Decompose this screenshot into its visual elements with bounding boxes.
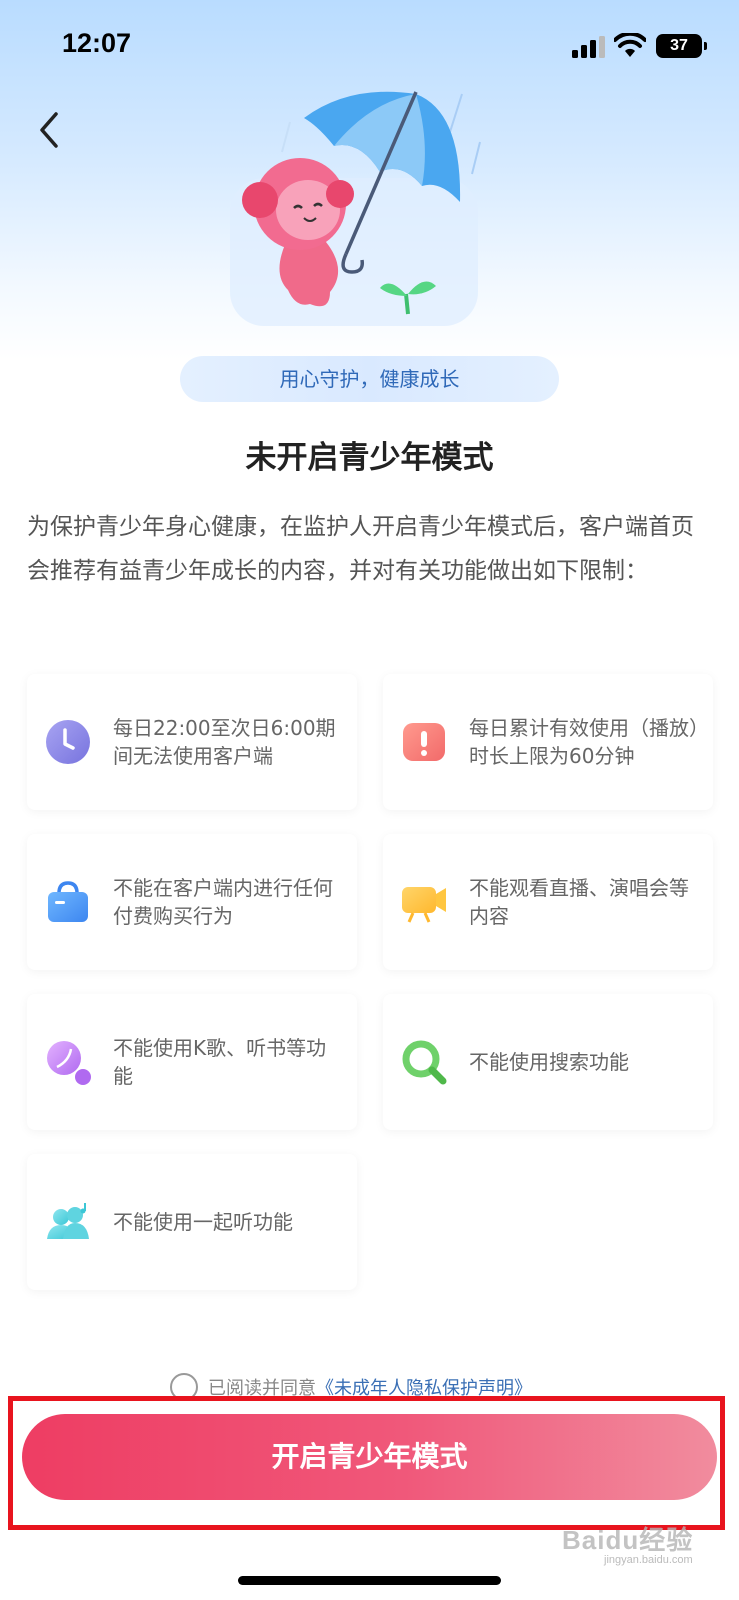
restriction-card-no-listen-together: 不能使用一起听功能 bbox=[27, 1154, 357, 1290]
time-limit-icon bbox=[403, 723, 445, 761]
back-button[interactable] bbox=[30, 108, 70, 152]
restriction-text: 不能使用一起听功能 bbox=[113, 1210, 293, 1234]
restriction-card-no-purchase: 不能在客户端内进行任何付费购买行为 bbox=[27, 834, 357, 970]
page-title: 未开启青少年模式 bbox=[245, 440, 494, 476]
restriction-card-curfew: 每日22:00至次日6:00期间无法使用客户端 bbox=[27, 674, 357, 810]
restriction-text: 不能使用搜索功能 bbox=[469, 1050, 629, 1074]
enable-teen-mode-button[interactable]: 开启青少年模式 bbox=[22, 1414, 717, 1500]
restriction-text: 每日22:00至次日6:00期间无法使用客户端 bbox=[113, 716, 336, 768]
home-indicator bbox=[238, 1576, 501, 1585]
chevron-left-icon bbox=[40, 112, 58, 148]
status-bar: 12:07 37 bbox=[0, 0, 739, 92]
restriction-card-no-karaoke: 不能使用K歌、听书等功能 bbox=[27, 994, 357, 1130]
restriction-card-no-live: 不能观看直播、演唱会等内容 bbox=[383, 834, 713, 970]
battery-icon: 37 bbox=[656, 34, 707, 58]
search-icon bbox=[402, 1040, 447, 1085]
slogan-pill: 用心守护，健康成长 bbox=[180, 356, 559, 402]
clock-icon bbox=[46, 720, 90, 764]
restriction-card-time-limit: 每日累计有效使用（播放）时长上限为60分钟 bbox=[383, 674, 713, 810]
intro-text: 为保护青少年身心健康，在监护人开启青少年模式后，客户端首页会推荐有益青少年成长的… bbox=[27, 514, 694, 584]
wifi-icon bbox=[614, 33, 646, 57]
restriction-text: 不能使用K歌、听书等功能 bbox=[113, 1036, 327, 1088]
restriction-text: 不能观看直播、演唱会等内容 bbox=[469, 876, 689, 928]
restriction-text: 每日累计有效使用（播放）时长上限为60分钟 bbox=[469, 716, 699, 768]
watermark-main: Baidu经验 bbox=[562, 1525, 694, 1555]
status-time: 12:07 bbox=[62, 28, 132, 58]
cellular-signal-icon bbox=[572, 36, 605, 58]
watermark: Baidu经验 jingyan.baidu.com bbox=[562, 1520, 712, 1570]
mascot-umbrella-illustration bbox=[230, 91, 481, 326]
shopping-bag-icon bbox=[48, 881, 88, 922]
watermark-sub: jingyan.baidu.com bbox=[604, 1554, 693, 1566]
microphone-icon bbox=[47, 1041, 91, 1085]
listen-together-icon bbox=[47, 1203, 89, 1239]
restriction-text: 不能在客户端内进行任何付费购买行为 bbox=[113, 876, 333, 928]
video-camera-icon bbox=[402, 887, 446, 923]
restriction-card-no-search: 不能使用搜索功能 bbox=[383, 994, 713, 1130]
